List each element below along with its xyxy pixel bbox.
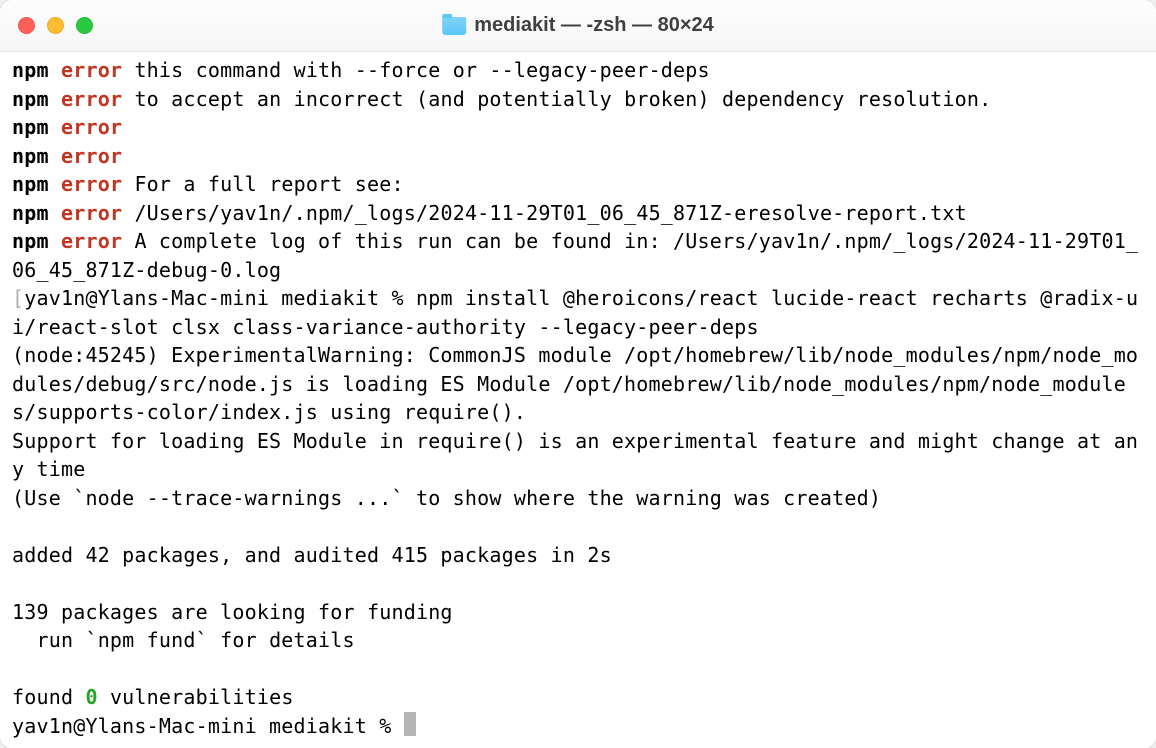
error-label: error [61,58,122,82]
terminal-line: Support for loading ES Module in require… [12,427,1144,484]
error-label: error [61,229,122,253]
terminal-line [12,512,1144,541]
terminal-output[interactable]: npm error this command with --force or -… [0,52,1156,748]
npm-label: npm [12,229,49,253]
terminal-line: run `npm fund` for details [12,626,1144,655]
minimize-button[interactable] [47,17,64,34]
shell-prompt: yav1n@Ylans-Mac-mini mediakit % [24,286,416,310]
terminal-line: npm error /Users/yav1n/.npm/_logs/2024-1… [12,199,1144,228]
window-title: mediakit — -zsh — 80×24 [442,14,714,37]
close-button[interactable] [18,17,35,34]
terminal-line: npm error to accept an incorrect (and po… [12,85,1144,114]
error-label: error [61,87,122,111]
titlebar[interactable]: mediakit — -zsh — 80×24 [0,0,1156,52]
terminal-line: npm error this command with --force or -… [12,56,1144,85]
maximize-button[interactable] [76,17,93,34]
error-label: error [61,201,122,225]
folder-icon [442,17,466,35]
prompt-bracket-left: [ [12,286,24,310]
terminal-line: added 42 packages, and audited 415 packa… [12,541,1144,570]
npm-label: npm [12,201,49,225]
terminal-line: npm error For a full report see: [12,170,1144,199]
terminal-line [12,655,1144,684]
error-label: error [61,172,122,196]
error-label: error [61,144,122,168]
terminal-window: mediakit — -zsh — 80×24 npm error this c… [0,0,1156,748]
vulnerability-count: 0 [85,685,97,709]
window-title-text: mediakit — -zsh — 80×24 [474,14,714,37]
terminal-line: 139 packages are looking for funding [12,598,1144,627]
terminal-line: npm error [12,113,1144,142]
error-label: error [61,115,122,139]
npm-label: npm [12,144,49,168]
shell-prompt: yav1n@Ylans-Mac-mini mediakit % [12,714,404,738]
terminal-line: found 0 vulnerabilities [12,683,1144,712]
terminal-line: (node:45245) ExperimentalWarning: Common… [12,341,1144,427]
terminal-line: yav1n@Ylans-Mac-mini mediakit % [12,712,1144,741]
npm-label: npm [12,115,49,139]
terminal-line: [yav1n@Ylans-Mac-mini mediakit % npm ins… [12,284,1144,341]
npm-label: npm [12,172,49,196]
npm-label: npm [12,87,49,111]
terminal-line [12,569,1144,598]
terminal-line: npm error A complete log of this run can… [12,227,1144,284]
traffic-lights [18,17,93,34]
npm-label: npm [12,58,49,82]
terminal-line: (Use `node --trace-warnings ...` to show… [12,484,1144,513]
cursor[interactable] [404,712,416,736]
terminal-line: npm error [12,142,1144,171]
